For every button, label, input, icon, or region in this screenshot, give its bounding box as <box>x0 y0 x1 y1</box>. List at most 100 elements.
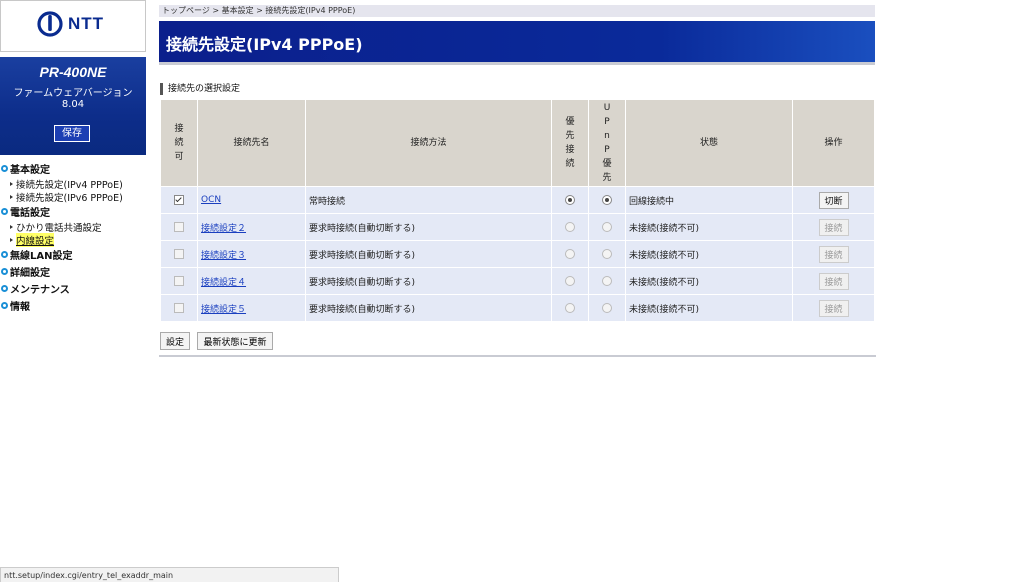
priority-cell <box>551 186 589 214</box>
disconnect-button[interactable]: 切断 <box>818 191 849 209</box>
header-divider <box>159 62 875 65</box>
logo-box: NTT <box>0 0 146 52</box>
logo-text: NTT <box>68 14 105 33</box>
connect-button[interactable]: 接続 <box>818 218 849 236</box>
nav-section-label: 基本設定 <box>10 165 50 176</box>
operation-cell: 接続 <box>792 240 875 268</box>
arrow-right-icon <box>10 181 13 186</box>
breadcrumb: トップページ > 基本設定 > 接続先設定(IPv4 PPPoE) <box>159 5 875 17</box>
enable-checkbox[interactable] <box>174 275 184 286</box>
nav-section-basic[interactable]: 基本設定 <box>0 160 146 177</box>
arrow-right-icon <box>10 237 13 242</box>
nav-section-label: 情報 <box>10 302 30 313</box>
priority-cell <box>551 267 589 295</box>
upnp-cell <box>588 267 626 295</box>
nav-item-ipv6-pppoe[interactable]: 接続先設定(IPv6 PPPoE) <box>0 190 146 204</box>
enable-cell <box>160 294 198 322</box>
nav-item-extension[interactable]: 内線設定 <box>0 232 146 247</box>
table-row: OCN 常時接続 回線接続中 切断 <box>160 186 875 214</box>
connection-name-link[interactable]: OCN <box>201 195 221 205</box>
side-nav: 基本設定 接続先設定(IPv4 PPPoE) 接続先設定(IPv6 PPPoE)… <box>0 160 146 314</box>
save-button[interactable]: 保存 <box>54 125 90 142</box>
nav-item-label: 内線設定 <box>16 232 55 247</box>
ntt-logo: NTT <box>37 11 104 37</box>
upnp-cell <box>588 186 626 214</box>
firmware-version: 8.04 <box>61 99 85 110</box>
connection-name-link[interactable]: 接続設定３ <box>201 251 246 261</box>
status-cell: 未接続(接続不可) <box>625 267 793 295</box>
header-upnp: UPnP優先 <box>588 99 626 187</box>
enable-cell <box>160 213 198 241</box>
connect-button[interactable]: 接続 <box>818 272 849 290</box>
bullet-icon <box>1 251 8 258</box>
nav-section-advanced[interactable]: 詳細設定 <box>0 263 146 280</box>
connection-name-link[interactable]: 接続設定２ <box>201 224 246 234</box>
sidebar: NTT PR-400NE ファームウェアバージョン 8.04 保存 基本設定 接… <box>0 0 146 582</box>
header-label: UPnP優先 <box>602 103 612 183</box>
priority-radio[interactable] <box>565 275 575 286</box>
nav-section-wireless[interactable]: 無線LAN設定 <box>0 246 146 263</box>
enable-checkbox[interactable] <box>174 302 184 313</box>
upnp-radio[interactable] <box>602 302 612 313</box>
enable-cell <box>160 267 198 295</box>
set-button[interactable]: 設定 <box>160 332 190 350</box>
header-operation: 操作 <box>792 99 875 187</box>
table-header-row: 接続可 接続先名 接続方法 優先接続 UPnP優先 状態 操作 <box>160 99 875 187</box>
upnp-cell <box>588 294 626 322</box>
priority-radio[interactable] <box>565 194 575 205</box>
refresh-button[interactable]: 最新状態に更新 <box>197 332 273 350</box>
nav-section-maintenance[interactable]: メンテナンス <box>0 280 146 297</box>
upnp-cell <box>588 213 626 241</box>
operation-cell: 接続 <box>792 213 875 241</box>
connect-button[interactable]: 接続 <box>818 245 849 263</box>
nav-section-phone[interactable]: 電話設定 <box>0 203 146 220</box>
upnp-radio[interactable] <box>602 221 612 232</box>
upnp-radio[interactable] <box>602 275 612 286</box>
header-priority: 優先接続 <box>551 99 589 187</box>
priority-radio[interactable] <box>565 248 575 259</box>
connection-name-link[interactable]: 接続設定４ <box>201 278 246 288</box>
method-cell: 常時接続 <box>305 186 552 214</box>
bullet-icon <box>1 165 8 172</box>
operation-cell: 接続 <box>792 267 875 295</box>
header-enable: 接続可 <box>160 99 198 187</box>
name-cell: 接続設定３ <box>197 240 306 268</box>
name-cell: 接続設定４ <box>197 267 306 295</box>
header-name: 接続先名 <box>197 99 306 187</box>
nav-item-hikari-common[interactable]: ひかり電話共通設定 <box>0 220 146 234</box>
name-cell: 接続設定２ <box>197 213 306 241</box>
method-cell: 要求時接続(自動切断する) <box>305 294 552 322</box>
priority-radio[interactable] <box>565 221 575 232</box>
browser-status-bar: ntt.setup/index.cgi/entry_tel_exaddr_mai… <box>0 567 339 582</box>
page-header: 接続先設定(IPv4 PPPoE) <box>159 21 875 62</box>
nav-section-label: メンテナンス <box>10 285 70 296</box>
header-method: 接続方法 <box>305 99 552 187</box>
nav-section-label: 詳細設定 <box>10 268 50 279</box>
enable-checkbox[interactable] <box>174 194 184 205</box>
enable-checkbox[interactable] <box>174 221 184 232</box>
priority-radio[interactable] <box>565 302 575 313</box>
status-cell: 未接続(接続不可) <box>625 213 793 241</box>
table-row: 接続設定３ 要求時接続(自動切断する) 未接続(接続不可) 接続 <box>160 240 875 268</box>
priority-cell <box>551 213 589 241</box>
nav-item-label: ひかり電話共通設定 <box>16 222 102 234</box>
status-cell: 未接続(接続不可) <box>625 294 793 322</box>
method-cell: 要求時接続(自動切断する) <box>305 213 552 241</box>
status-cell: 未接続(接続不可) <box>625 240 793 268</box>
connection-name-link[interactable]: 接続設定５ <box>201 305 246 315</box>
upnp-radio[interactable] <box>602 248 612 259</box>
page-title: 接続先設定(IPv4 PPPoE) <box>166 35 363 54</box>
method-cell: 要求時接続(自動切断する) <box>305 267 552 295</box>
status-cell: 回線接続中 <box>625 186 793 214</box>
bottom-divider <box>159 355 876 357</box>
device-info-panel: PR-400NE ファームウェアバージョン 8.04 保存 <box>0 57 146 155</box>
upnp-radio[interactable] <box>602 194 612 205</box>
connect-button[interactable]: 接続 <box>818 299 849 317</box>
header-label: 優先接続 <box>565 117 575 169</box>
header-label: 接続可 <box>174 124 184 162</box>
nav-section-label: 無線LAN設定 <box>10 251 73 262</box>
nav-section-info[interactable]: 情報 <box>0 297 146 314</box>
enable-checkbox[interactable] <box>174 248 184 259</box>
arrow-right-icon <box>10 194 13 199</box>
nav-item-ipv4-pppoe[interactable]: 接続先設定(IPv4 PPPoE) <box>0 177 146 191</box>
